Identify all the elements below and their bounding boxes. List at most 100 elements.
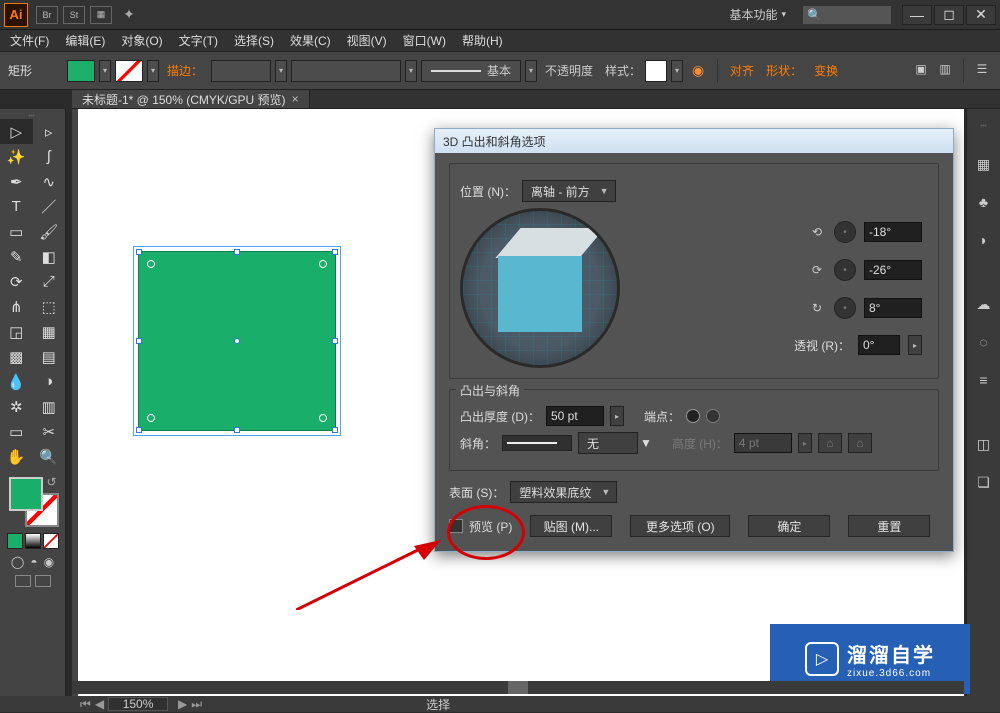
pen-tool[interactable]: ✒ [0, 169, 33, 194]
perspective-field[interactable]: 0° [858, 335, 900, 355]
prefs-icon[interactable]: ☰ [972, 59, 992, 79]
fill-stroke-swatches[interactable]: ↺ [7, 475, 59, 527]
menu-edit[interactable]: 编辑(E) [57, 30, 113, 51]
arrange-docs-icon[interactable]: ▦ [90, 6, 112, 24]
fill-swatch[interactable] [67, 60, 95, 82]
line-tool[interactable]: ／ [33, 194, 66, 219]
cap-off-radio[interactable] [706, 409, 720, 423]
position-select[interactable]: 离轴 - 前方▼ [522, 180, 616, 202]
layers-panel-icon[interactable]: ❏ [973, 471, 995, 493]
cap-on-radio[interactable] [686, 409, 700, 423]
style-drop[interactable]: ▾ [671, 60, 683, 82]
gpu-icon[interactable]: ✦ [120, 6, 138, 24]
menu-view[interactable]: 视图(V) [339, 30, 395, 51]
horizontal-scrollbar[interactable] [72, 681, 964, 694]
dialog-title-bar[interactable]: 3D 凸出和斜角选项 [435, 129, 953, 153]
scale-tool[interactable]: ⤢ [33, 269, 66, 294]
swap-fill-stroke-icon[interactable]: ↺ [46, 475, 56, 489]
stroke-profile[interactable] [291, 60, 401, 82]
bridge-icon[interactable]: Br [36, 6, 58, 24]
screen-mode-buttons[interactable] [15, 575, 51, 587]
zoom-field[interactable]: 150% [108, 697, 168, 711]
rotate-z-dial[interactable]: • [834, 297, 856, 319]
blend-tool[interactable]: ◑ [33, 369, 66, 394]
stroke-width-field[interactable] [211, 60, 271, 82]
3d-preview-trackball[interactable] [460, 208, 620, 368]
close-button[interactable]: ✕ [966, 5, 996, 25]
stroke-panel-icon[interactable]: ◫ [973, 433, 995, 455]
panel-grip[interactable]: ┅ [973, 115, 995, 137]
stroke-swatch[interactable] [115, 60, 143, 82]
libraries-panel-icon[interactable]: ♣ [973, 191, 995, 213]
nav-prev-icon[interactable]: ◀ [95, 697, 104, 711]
nav-last-icon[interactable]: ⏭ [191, 697, 202, 712]
mesh-tool[interactable]: ▩ [0, 344, 33, 369]
menu-type[interactable]: 文字(T) [171, 30, 226, 51]
perspective-stepper[interactable]: ▸ [908, 335, 922, 355]
brushes-panel-icon[interactable]: ◌ [973, 331, 995, 353]
menu-file[interactable]: 文件(F) [2, 30, 57, 51]
stroke-profile-drop[interactable]: ▾ [405, 60, 417, 82]
color-mode-buttons[interactable] [7, 533, 59, 549]
document-tab[interactable]: 未标题-1* @ 150% (CMYK/GPU 预览) × [72, 90, 310, 108]
menu-object[interactable]: 对象(O) [113, 30, 170, 51]
curvature-tool[interactable]: ∿ [33, 169, 66, 194]
nav-next-icon[interactable]: ▶ [178, 697, 187, 711]
minimize-button[interactable]: — [902, 5, 932, 25]
paintbrush-tool[interactable]: 🖌 [33, 219, 66, 244]
menu-effect[interactable]: 效果(C) [282, 30, 339, 51]
search-input[interactable]: 🔍 [802, 5, 892, 25]
artboard-tool[interactable]: ▭ [0, 419, 33, 444]
width-tool[interactable]: ⋔ [0, 294, 33, 319]
selected-rectangle[interactable] [138, 251, 336, 431]
menu-window[interactable]: 窗口(W) [395, 30, 454, 51]
shape2-label[interactable]: 形状： [766, 62, 802, 79]
rotate-x-dial[interactable]: • [834, 221, 856, 243]
reset-button[interactable]: 重置 [848, 515, 930, 537]
properties-panel-icon[interactable]: ▦ [973, 153, 995, 175]
map-art-button[interactable]: 贴图 (M)... [530, 515, 612, 537]
type-tool[interactable]: T [0, 194, 33, 219]
swatches-panel-icon[interactable]: ≡ [973, 369, 995, 391]
menu-select[interactable]: 选择(S) [226, 30, 282, 51]
stroke-width-drop[interactable]: ▾ [275, 60, 287, 82]
fill-dropdown[interactable]: ▾ [99, 60, 111, 82]
rotate-x-field[interactable]: -18° [864, 222, 922, 242]
eyedropper-tool[interactable]: 💧 [0, 369, 33, 394]
slice-tool[interactable]: ✂ [33, 419, 66, 444]
hand-tool[interactable]: ✋ [0, 444, 33, 469]
surface-select[interactable]: 塑料效果底纹▼ [510, 481, 617, 503]
nav-first-icon[interactable]: ⏮ [80, 697, 91, 712]
ok-button[interactable]: 确定 [748, 515, 830, 537]
shape-builder-tool[interactable]: ◲ [0, 319, 33, 344]
bevel-select[interactable]: 无 [578, 432, 638, 454]
perspective-tool[interactable]: ▦ [33, 319, 66, 344]
recolor-icon[interactable]: ◉ [687, 60, 709, 82]
free-transform-tool[interactable]: ⬚ [33, 294, 66, 319]
zoom-tool[interactable]: 🔍 [33, 444, 66, 469]
rotate-tool[interactable]: ⟳ [0, 269, 33, 294]
cc-panel-icon[interactable]: ☁ [973, 293, 995, 315]
tab-close-icon[interactable]: × [292, 92, 299, 106]
selection-tool[interactable]: ▷ [0, 119, 33, 144]
symbol-sprayer-tool[interactable]: ✲ [0, 394, 33, 419]
rotate-y-field[interactable]: -26° [864, 260, 922, 280]
eraser-tool[interactable]: ◧ [33, 244, 66, 269]
knockout-icon[interactable]: ▥ [935, 59, 955, 79]
3d-extrude-dialog[interactable]: 3D 凸出和斜角选项 位置 (N)： 离轴 - 前方▼ [434, 128, 954, 552]
magic-wand-tool[interactable]: ✨ [0, 144, 33, 169]
depth-field[interactable]: 50 pt [546, 406, 604, 426]
rotate-z-field[interactable]: 8° [864, 298, 922, 318]
column-graph-tool[interactable]: ▥ [33, 394, 66, 419]
brush-drop[interactable]: ▾ [525, 60, 537, 82]
draw-mode-buttons[interactable]: ◯◓◉ [11, 555, 54, 569]
maximize-button[interactable]: ◻ [934, 5, 964, 25]
depth-stepper[interactable]: ▸ [610, 406, 624, 426]
direct-selection-tool[interactable]: ▹ [33, 119, 66, 144]
isolate-icon[interactable]: ▣ [911, 59, 931, 79]
color-panel-icon[interactable]: ◗ [973, 229, 995, 251]
lasso-tool[interactable]: ʃ [33, 144, 66, 169]
stock-icon[interactable]: St [63, 6, 85, 24]
menu-help[interactable]: 帮助(H) [454, 30, 511, 51]
rectangle-tool[interactable]: ▭ [0, 219, 33, 244]
